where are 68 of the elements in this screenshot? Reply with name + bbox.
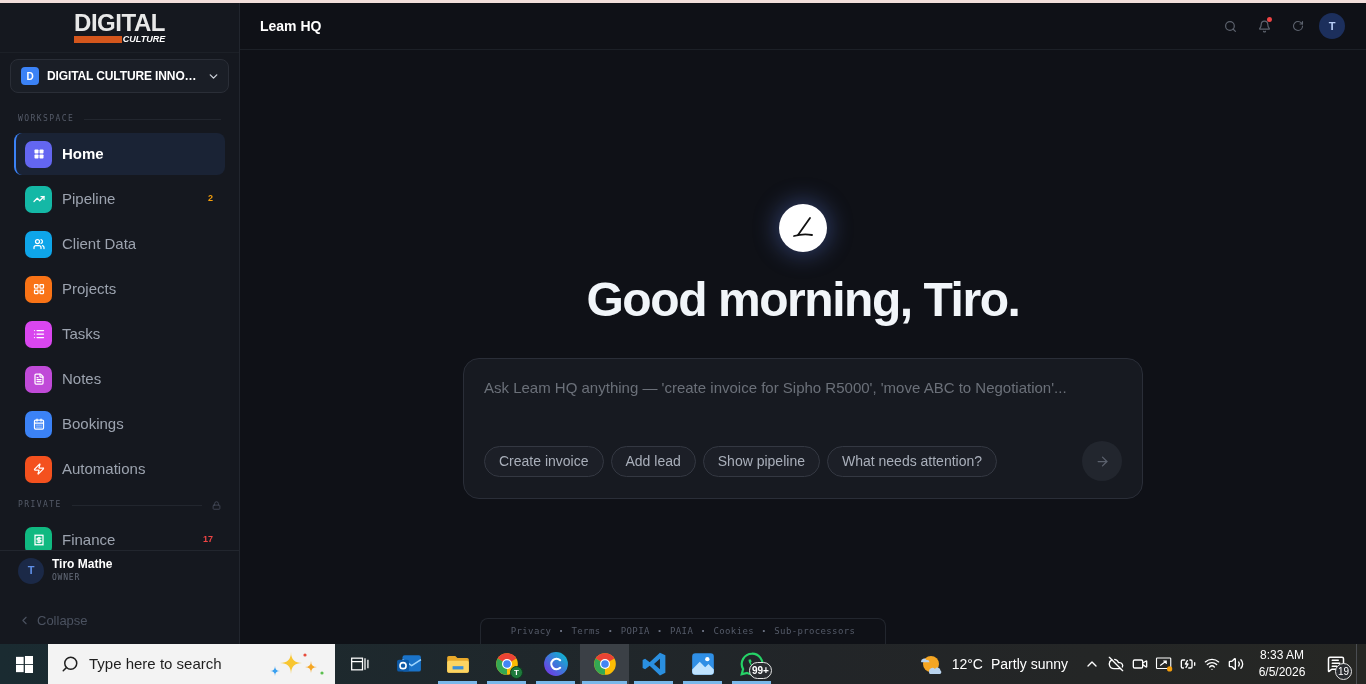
count-label: 2 [208,192,213,206]
taskbar-app-button[interactable]: 99+ [727,644,776,684]
weather-condition-text: Partly sunny [990,654,1068,674]
dot-separator: · [608,625,613,637]
taskbar-search-field[interactable]: Type here to search [48,644,335,684]
dot-separator: · [657,625,663,637]
landscape-icon [689,651,716,677]
bell-icon [1257,19,1271,33]
profile-badge: T [510,666,523,679]
search-icon [61,655,79,673]
windows-icon [15,655,33,673]
count-badge: 99+ [749,662,772,679]
battery-icon [1180,656,1196,672]
nav-item[interactable]: Automations [14,448,225,490]
nav-item[interactable]: Home [14,133,225,175]
time-text: 8:33 AM [1260,647,1304,664]
user-avatar: T [18,557,44,584]
cloud-off-icon [1108,656,1124,672]
nav-item[interactable]: Finance 17 [14,519,225,550]
wifi-icon [1204,656,1220,672]
prompt-card[interactable]: Ask Leam HQ anything — 'create invoice for Sipho R5000', 'move ABC to Negotiation'... Create invoice Add lead Show pipeline What needs attention? [463,358,1143,499]
browser-icon [493,651,520,677]
suggestion-chip[interactable]: What needs attention? [826,445,998,477]
nav-item[interactable]: Pipeline 2 [14,178,225,220]
video-camera-icon [1132,656,1148,672]
clock[interactable]: 8:33 AM 6/5/2026 [1248,644,1316,684]
section-label: WORKSPACE [18,114,75,124]
dot-separator: · [701,625,706,637]
notification-center-button[interactable]: 19 [1316,644,1356,684]
logo-tagline: CULTURE [122,35,166,44]
taskbar-app-button[interactable]: T [482,644,531,684]
arrow-right-icon [1094,453,1110,469]
suggestion-chip[interactable]: Show pipeline [702,445,820,477]
angle-logo-icon [640,651,667,677]
signature-logo-icon [779,204,827,252]
nav-item[interactable]: Notes [14,358,225,400]
suggestion-chip[interactable]: Create invoice [484,445,604,477]
workspace-avatar: D [21,67,39,85]
nav-item[interactable]: Projects [14,268,225,310]
page-title: Leam HQ [260,16,322,36]
prompt-field[interactable]: Ask Leam HQ anything — 'create invoice for Sipho R5000', 'move ABC to Negotiation'... [484,378,1122,441]
taskbar-app-button[interactable] [580,644,629,684]
weather-widget[interactable]: 12°C Partly sunny [917,644,1080,684]
count-badge: 19 [1335,663,1352,680]
arc-logo-icon [542,651,569,677]
nav-item[interactable]: Bookings [14,403,225,445]
search-icon [1223,19,1237,33]
section-label: PRIVATE [18,500,62,510]
count-label: 17 [203,533,213,547]
browser-icon [591,651,618,677]
search-input[interactable]: Type here to search [89,652,259,676]
dot-separator: · [762,625,767,637]
nav-item[interactable]: Client Data [14,223,225,265]
nav-item[interactable]: Tasks [14,313,225,355]
logo-wordmark: DIGITAL [74,11,165,34]
temperature-text: 12°C [951,654,983,674]
account-avatar[interactable]: T [1319,13,1345,39]
logo-bar [73,36,122,43]
date-text: 6/5/2026 [1258,664,1306,681]
user-role: OWNER [52,572,82,584]
screen-icon [1155,655,1173,673]
dot-separator: · [559,625,564,637]
speaker-icon [1228,656,1244,672]
refresh-icon [1292,20,1304,32]
suggestion-chip[interactable]: Add lead [610,445,696,477]
user-name: Tiro Mathe [52,557,113,572]
greeting-heading: Good morning, Tiro. [586,276,1020,324]
workspace-switcher[interactable]: D DIGITAL CULTURE INNO… [10,59,229,93]
